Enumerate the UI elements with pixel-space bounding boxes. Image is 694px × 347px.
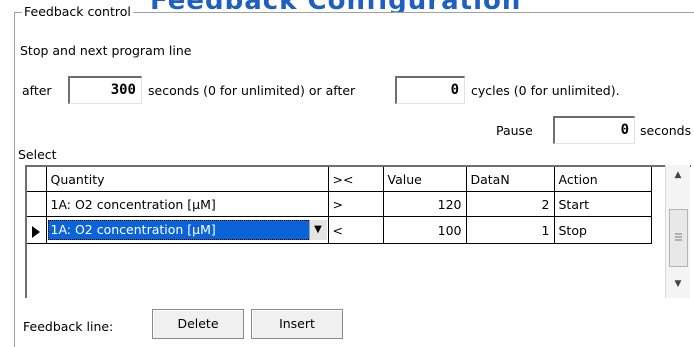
column-header-value[interactable]: Value	[383, 167, 467, 192]
value-cell[interactable]: 100	[383, 216, 467, 244]
row-indicator[interactable]	[27, 191, 47, 217]
row-indicator-header	[27, 167, 47, 192]
feedback-table: Quantity >< Value DataN Action 1A: O2 co…	[27, 167, 652, 244]
chevron-down-icon[interactable]: ▼	[308, 220, 327, 240]
datan-cell[interactable]: 1	[466, 216, 555, 244]
seconds-input[interactable]: 300	[68, 76, 142, 104]
scrollbar-thumb[interactable]	[669, 209, 688, 267]
stop-next-label: Stop and next program line	[20, 43, 192, 58]
cycles-text: cycles (0 for unlimited).	[471, 83, 620, 98]
pause-unit-label: seconds	[640, 123, 692, 138]
pause-label: Pause	[496, 123, 533, 138]
row-indicator[interactable]	[27, 216, 47, 244]
triangle-right-icon	[32, 225, 41, 238]
delete-button[interactable]: Delete	[152, 309, 244, 339]
table-row-selected[interactable]: 1A: O2 concentration [µM] ▼ < 100 1 Stop	[27, 216, 652, 244]
quantity-combobox-value: 1A: O2 concentration [µM]	[50, 222, 216, 237]
arrow-up-icon[interactable]: ▲	[670, 170, 686, 184]
action-cell[interactable]: Start	[554, 191, 652, 217]
table-header-row: Quantity >< Value DataN Action	[27, 167, 652, 192]
pause-input[interactable]: 0	[553, 116, 635, 144]
cycles-input[interactable]: 0	[395, 76, 465, 104]
group-title: Feedback control	[22, 3, 133, 21]
quantity-cell[interactable]: 1A: O2 concentration [µM]	[46, 191, 329, 217]
table-row[interactable]: 1A: O2 concentration [µM] > 120 2 Start	[27, 191, 652, 217]
operator-cell[interactable]: <	[328, 216, 384, 244]
grip-icon	[675, 233, 682, 241]
quantity-cell-selected[interactable]: 1A: O2 concentration [µM] ▼	[46, 216, 329, 244]
action-cell[interactable]: Stop	[554, 216, 652, 244]
datan-cell[interactable]: 2	[466, 191, 555, 217]
value-cell[interactable]: 120	[383, 191, 467, 217]
column-header-action[interactable]: Action	[554, 167, 652, 192]
insert-button[interactable]: Insert	[251, 309, 343, 339]
column-header-datan[interactable]: DataN	[466, 167, 555, 192]
window-title: Feedback Configuration	[150, 0, 550, 12]
column-header-quantity[interactable]: Quantity	[46, 167, 329, 192]
select-label: Select	[18, 147, 57, 162]
operator-cell[interactable]: >	[328, 191, 384, 217]
quantity-combobox[interactable]: 1A: O2 concentration [µM] ▼	[47, 220, 327, 240]
feedback-line-label: Feedback line:	[23, 319, 114, 334]
feedback-grid[interactable]: Quantity >< Value DataN Action 1A: O2 co…	[25, 165, 691, 298]
column-header-operator[interactable]: ><	[328, 167, 384, 192]
after-label: after	[22, 83, 52, 98]
seconds-text: seconds (0 for unlimited) or after	[148, 83, 356, 98]
arrow-down-icon[interactable]: ▼	[670, 279, 686, 293]
